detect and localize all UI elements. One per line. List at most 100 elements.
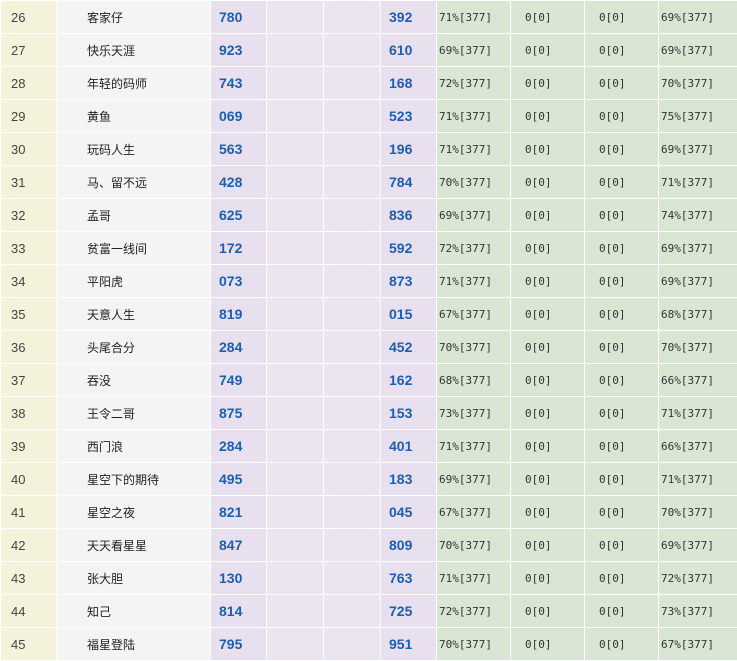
empty-cell: [267, 133, 324, 166]
stat-2-cell: 0[0]: [511, 331, 585, 364]
number-1-cell: 780: [211, 1, 267, 34]
number-1-cell: 923: [211, 34, 267, 67]
table-row: 29黄鱼06952371%[377]0[0]0[0]75%[377]: [1, 100, 737, 133]
stat-1-cell: 70%[377]: [437, 166, 511, 199]
number-1-cell: 795: [211, 628, 267, 661]
name-cell: 张大胆: [57, 562, 211, 595]
stat-4-cell: 69%[377]: [659, 1, 737, 34]
table-row: 44知己81472572%[377]0[0]0[0]73%[377]: [1, 595, 737, 628]
table-row: 36头尾合分28445270%[377]0[0]0[0]70%[377]: [1, 331, 737, 364]
rank-cell: 29: [1, 100, 57, 133]
empty-cell: [267, 1, 324, 34]
number-1-cell: 749: [211, 364, 267, 397]
stat-2-cell: 0[0]: [511, 199, 585, 232]
table-row: 35天意人生81901567%[377]0[0]0[0]68%[377]: [1, 298, 737, 331]
number-1-cell: 563: [211, 133, 267, 166]
rank-cell: 42: [1, 529, 57, 562]
empty-cell: [267, 496, 324, 529]
empty-cell: [267, 100, 324, 133]
name-cell: 吞没: [57, 364, 211, 397]
table-row: 38王令二哥87515373%[377]0[0]0[0]71%[377]: [1, 397, 737, 430]
table-row: 27快乐天涯92361069%[377]0[0]0[0]69%[377]: [1, 34, 737, 67]
empty-cell: [267, 529, 324, 562]
stat-3-cell: 0[0]: [585, 628, 659, 661]
number-1-cell: 821: [211, 496, 267, 529]
stat-4-cell: 69%[377]: [659, 265, 737, 298]
stat-2-cell: 0[0]: [511, 397, 585, 430]
stat-3-cell: 0[0]: [585, 265, 659, 298]
empty-cell: [267, 430, 324, 463]
name-cell: 知己: [57, 595, 211, 628]
stat-4-cell: 66%[377]: [659, 364, 737, 397]
rank-cell: 45: [1, 628, 57, 661]
stat-4-cell: 71%[377]: [659, 166, 737, 199]
stat-4-cell: 68%[377]: [659, 298, 737, 331]
number-1-cell: 814: [211, 595, 267, 628]
stat-2-cell: 0[0]: [511, 166, 585, 199]
empty-cell: [267, 364, 324, 397]
rank-cell: 32: [1, 199, 57, 232]
number-1-cell: 428: [211, 166, 267, 199]
empty-cell: [267, 595, 324, 628]
stat-4-cell: 69%[377]: [659, 529, 737, 562]
rank-cell: 38: [1, 397, 57, 430]
stat-3-cell: 0[0]: [585, 199, 659, 232]
name-cell: 孟哥: [57, 199, 211, 232]
rank-cell: 40: [1, 463, 57, 496]
stat-3-cell: 0[0]: [585, 1, 659, 34]
name-cell: 王令二哥: [57, 397, 211, 430]
stat-1-cell: 67%[377]: [437, 496, 511, 529]
empty-cell: [267, 298, 324, 331]
table-row: 40星空下的期待49518369%[377]0[0]0[0]71%[377]: [1, 463, 737, 496]
name-cell: 马、留不远: [57, 166, 211, 199]
stat-2-cell: 0[0]: [511, 34, 585, 67]
empty-cell: [267, 463, 324, 496]
stat-3-cell: 0[0]: [585, 331, 659, 364]
table-row: 43张大胆13076371%[377]0[0]0[0]72%[377]: [1, 562, 737, 595]
table-row: 30玩码人生56319671%[377]0[0]0[0]69%[377]: [1, 133, 737, 166]
stat-1-cell: 73%[377]: [437, 397, 511, 430]
empty-cell: [324, 133, 381, 166]
empty-cell: [324, 100, 381, 133]
stat-4-cell: 70%[377]: [659, 331, 737, 364]
empty-cell: [267, 166, 324, 199]
stat-2-cell: 0[0]: [511, 133, 585, 166]
empty-cell: [267, 265, 324, 298]
stat-1-cell: 70%[377]: [437, 628, 511, 661]
stat-4-cell: 71%[377]: [659, 463, 737, 496]
number-1-cell: 875: [211, 397, 267, 430]
rank-cell: 33: [1, 232, 57, 265]
stat-4-cell: 74%[377]: [659, 199, 737, 232]
number-2-cell: 610: [381, 34, 437, 67]
rank-cell: 31: [1, 166, 57, 199]
name-cell: 客家仔: [57, 1, 211, 34]
stat-3-cell: 0[0]: [585, 166, 659, 199]
number-2-cell: 392: [381, 1, 437, 34]
empty-cell: [267, 199, 324, 232]
number-2-cell: 168: [381, 67, 437, 100]
number-1-cell: 130: [211, 562, 267, 595]
stat-2-cell: 0[0]: [511, 463, 585, 496]
stat-3-cell: 0[0]: [585, 397, 659, 430]
stat-3-cell: 0[0]: [585, 529, 659, 562]
number-2-cell: 809: [381, 529, 437, 562]
stat-3-cell: 0[0]: [585, 67, 659, 100]
stat-2-cell: 0[0]: [511, 265, 585, 298]
number-2-cell: 183: [381, 463, 437, 496]
stat-3-cell: 0[0]: [585, 133, 659, 166]
stat-1-cell: 71%[377]: [437, 562, 511, 595]
name-cell: 福星登陆: [57, 628, 211, 661]
stat-2-cell: 0[0]: [511, 298, 585, 331]
number-2-cell: 401: [381, 430, 437, 463]
stat-4-cell: 72%[377]: [659, 562, 737, 595]
table-row: 45福星登陆79595170%[377]0[0]0[0]67%[377]: [1, 628, 737, 661]
ranking-table: 26客家仔78039271%[377]0[0]0[0]69%[377]27快乐天…: [0, 0, 737, 661]
stat-1-cell: 69%[377]: [437, 463, 511, 496]
empty-cell: [324, 265, 381, 298]
number-1-cell: 743: [211, 67, 267, 100]
table-row: 34平阳虎07387371%[377]0[0]0[0]69%[377]: [1, 265, 737, 298]
stat-4-cell: 73%[377]: [659, 595, 737, 628]
name-cell: 快乐天涯: [57, 34, 211, 67]
stat-1-cell: 67%[377]: [437, 298, 511, 331]
name-cell: 年轻的码师: [57, 67, 211, 100]
